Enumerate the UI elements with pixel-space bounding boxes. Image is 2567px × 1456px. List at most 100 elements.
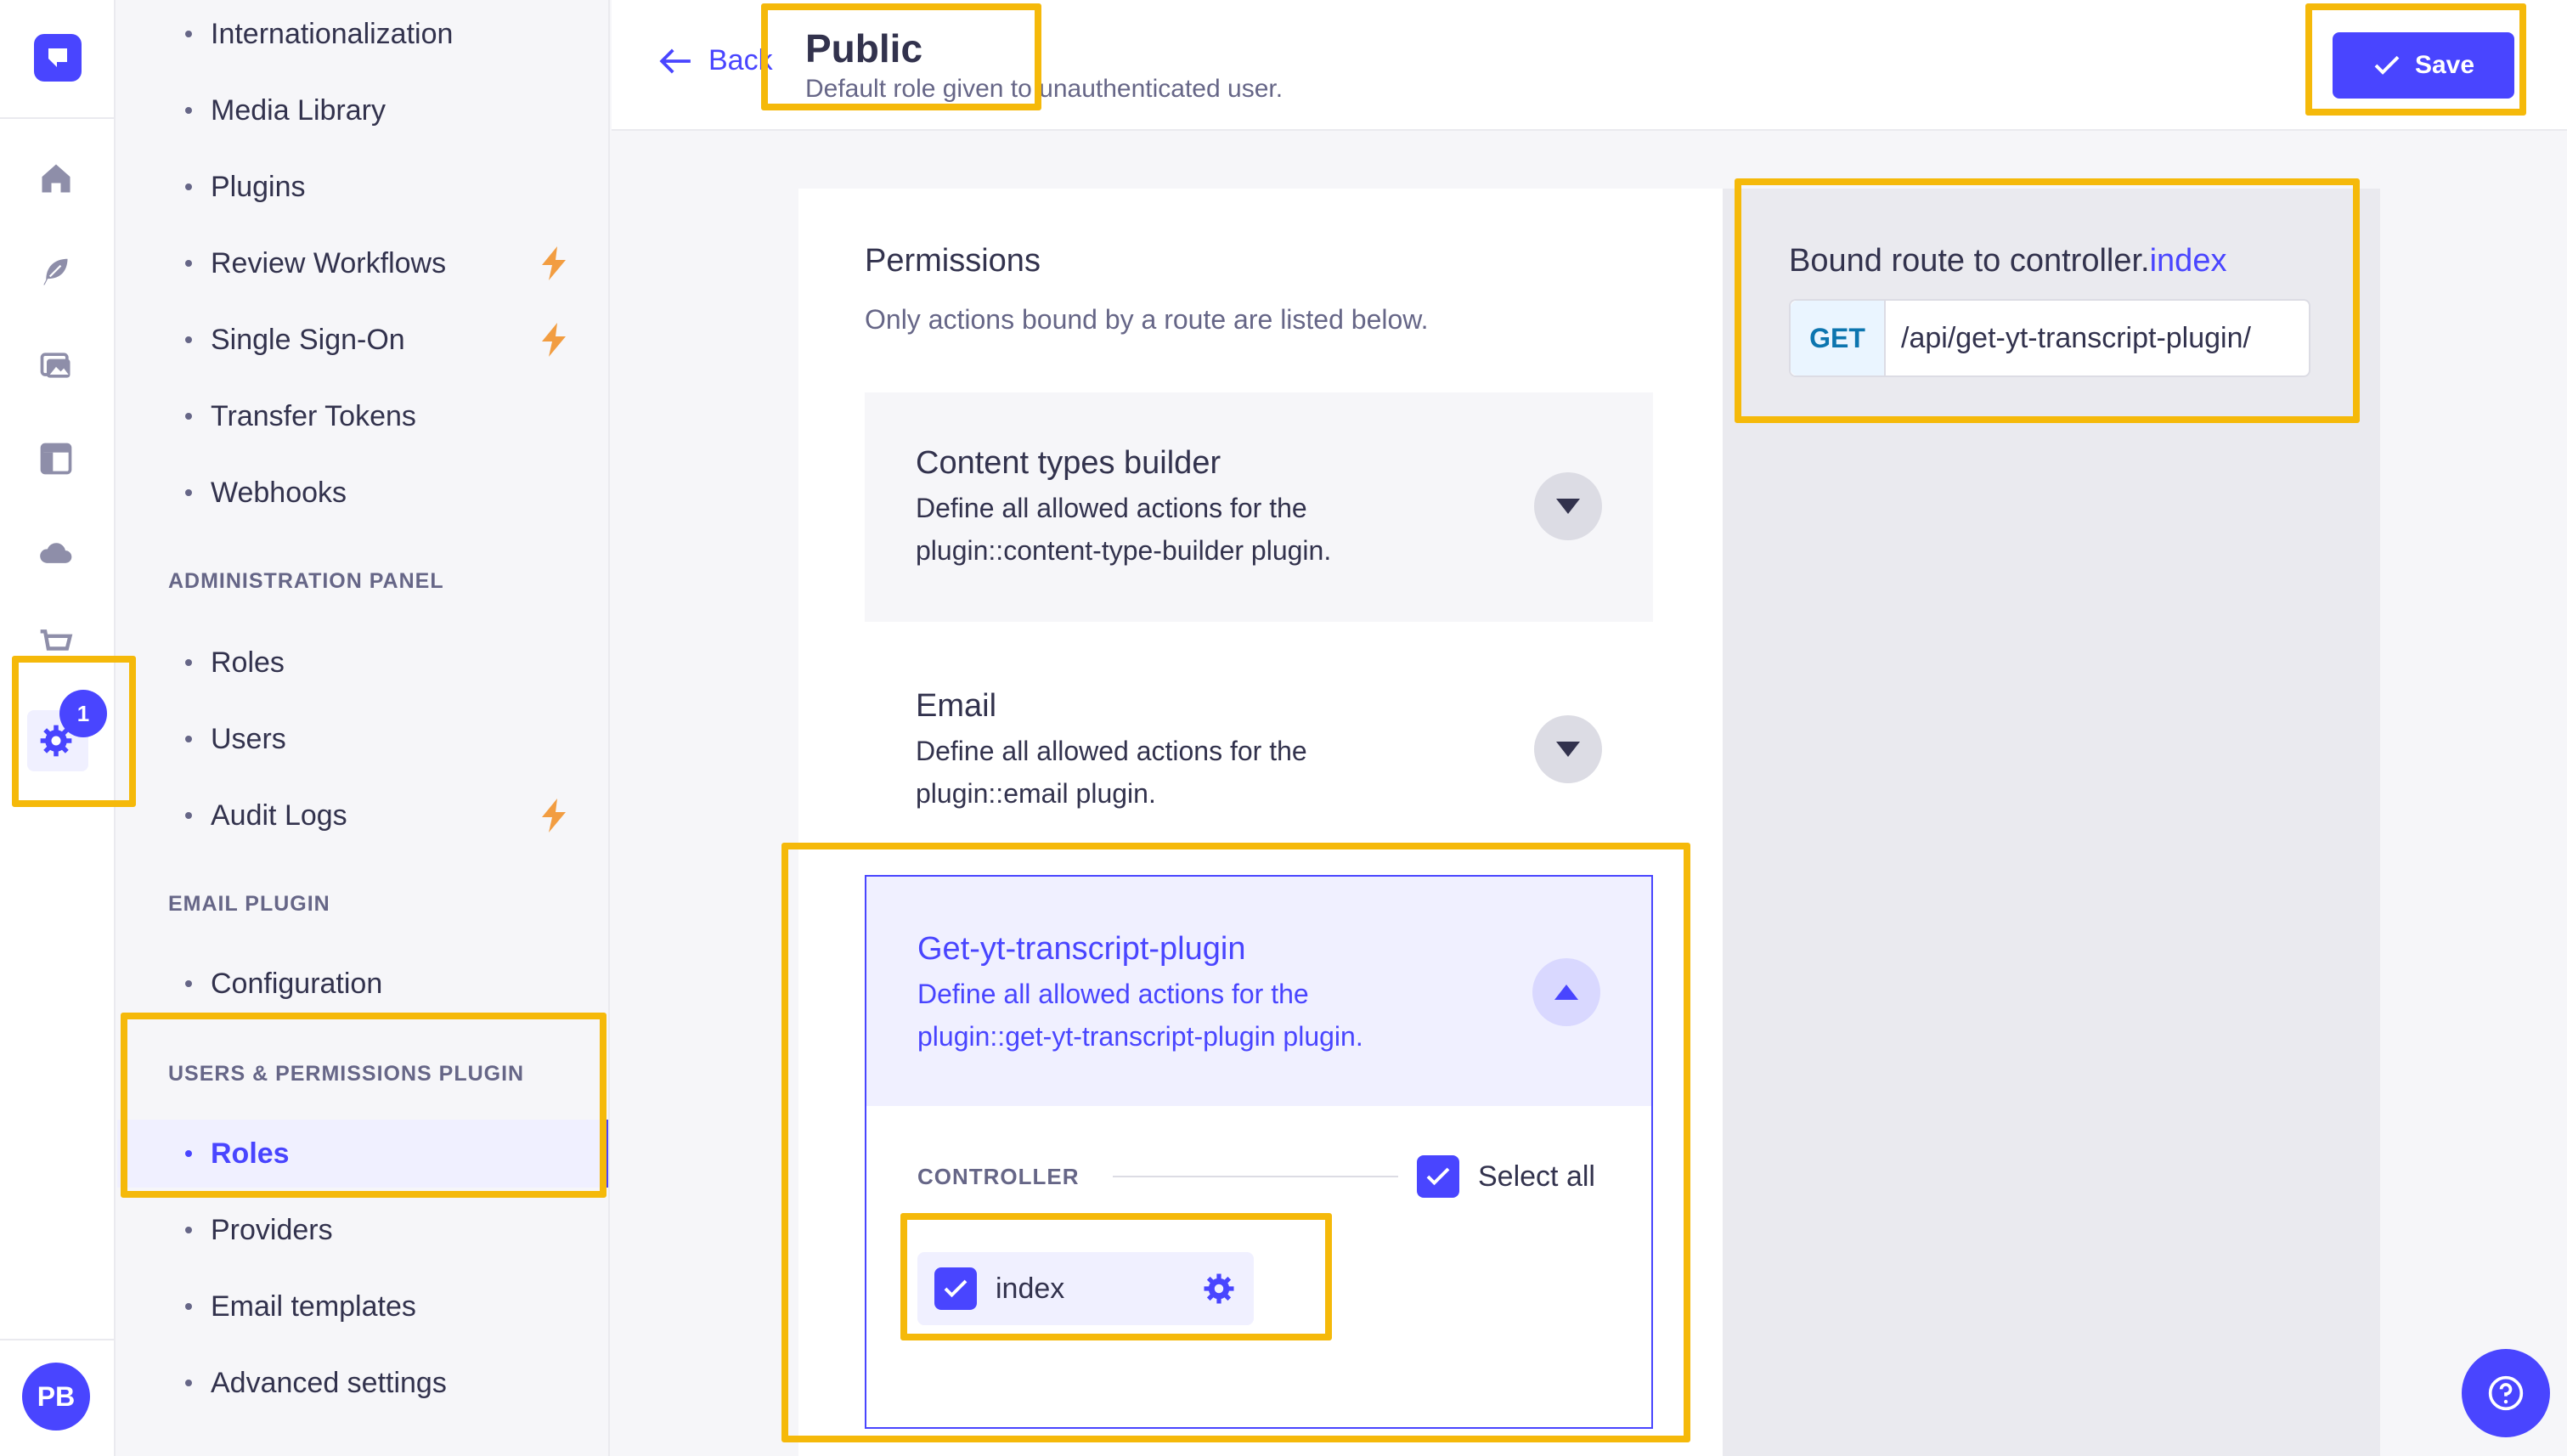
subnav-item-admin-roles[interactable]: Roles <box>117 629 608 697</box>
subnav-item-label: Email templates <box>211 1290 416 1323</box>
permissions-subtitle: Only actions bound by a route are listed… <box>865 304 1429 335</box>
accordion-get-yt-transcript-plugin[interactable]: Get-yt-transcript-plugin Define all allo… <box>865 875 1653 1106</box>
page-header: Back Public Default role given to unauth… <box>612 0 2567 131</box>
accordion-description: Define all allowed actions for the plugi… <box>916 730 1602 815</box>
check-icon <box>2374 55 2400 75</box>
bound-route-prefix: Bound route to controller. <box>1789 243 2150 279</box>
section-heading-users-permissions: USERS & PERMISSIONS PLUGIN <box>168 1062 525 1086</box>
lightning-icon <box>542 246 566 280</box>
subnav-item-label: Internationalization <box>211 17 454 50</box>
permissions-title: Permissions <box>865 243 1041 279</box>
rail-divider <box>0 117 116 119</box>
rail-divider-bottom <box>0 1339 116 1340</box>
subnav-item-internationalization[interactable]: Internationalization <box>117 0 608 68</box>
cog-icon[interactable] <box>1201 1271 1237 1306</box>
bullet-icon <box>185 489 192 496</box>
strapi-logo-icon[interactable] <box>34 34 82 82</box>
accordion-description: Define all allowed actions for the plugi… <box>917 973 1600 1058</box>
bullet-icon <box>185 1150 192 1157</box>
bullet-icon <box>185 980 192 987</box>
arrow-left-icon <box>659 48 691 73</box>
layout-icon[interactable] <box>32 435 80 483</box>
accordion-title: Content types builder <box>916 445 1221 481</box>
accordion-description-line: plugin::email plugin. <box>916 778 1156 809</box>
bullet-icon <box>185 413 192 420</box>
controller-divider <box>1113 1176 1398 1177</box>
save-button[interactable]: Save <box>2333 32 2514 99</box>
subnav-item-webhooks[interactable]: Webhooks <box>117 459 608 527</box>
subnav-item-label: Configuration <box>211 967 383 1000</box>
accordion-description-line: Define all allowed actions for the <box>916 736 1307 766</box>
route-path: /api/get-yt-transcript-plugin/ <box>1901 321 2251 354</box>
accordion-content-types-builder[interactable]: Content types builder Define all allowed… <box>865 392 1653 622</box>
save-button-label: Save <box>2414 51 2475 79</box>
back-link[interactable]: Back <box>659 44 773 77</box>
http-verb-badge: GET <box>1791 301 1886 375</box>
accordion-description-line: Define all allowed actions for the <box>916 493 1307 523</box>
accordion-email[interactable]: Email Define all allowed actions for the… <box>865 635 1653 856</box>
page-subtitle: Default role given to unauthenticated us… <box>805 75 1284 103</box>
subnav-item-label: Single Sign-On <box>211 323 405 356</box>
media-icon[interactable] <box>32 341 80 389</box>
subnav-item-label: Audit Logs <box>211 799 347 832</box>
home-icon[interactable] <box>32 155 80 202</box>
main-nav-rail: 1 PB <box>0 0 116 1456</box>
action-label: index <box>996 1272 1065 1305</box>
accordion-body: CONTROLLER Select all index <box>865 1106 1653 1429</box>
accordion-title: Get-yt-transcript-plugin <box>917 931 1246 967</box>
checkbox-checked-icon <box>1417 1155 1459 1198</box>
subnav-item-review-workflows[interactable]: Review Workflows <box>117 229 608 297</box>
subnav-item-plugins[interactable]: Plugins <box>117 153 608 221</box>
subnav-item-audit-logs[interactable]: Audit Logs <box>117 782 608 849</box>
bullet-icon <box>185 107 192 114</box>
question-icon <box>2488 1375 2524 1411</box>
chevron-up-icon[interactable] <box>1532 958 1600 1026</box>
chevron-down-icon[interactable] <box>1534 472 1602 540</box>
subnav-item-up-roles[interactable]: Roles <box>117 1120 608 1188</box>
accordion-description-line: plugin::get-yt-transcript-plugin plugin. <box>917 1021 1363 1052</box>
subnav-item-single-sign-on[interactable]: Single Sign-On <box>117 306 608 374</box>
select-all-checkbox[interactable]: Select all <box>1417 1155 1595 1198</box>
bound-route-title: Bound route to controller.index <box>1789 243 2226 279</box>
subnav-item-label: Roles <box>211 646 285 679</box>
subnav-item-email-configuration[interactable]: Configuration <box>117 950 608 1018</box>
back-link-label: Back <box>708 44 773 76</box>
subnav-item-media-library[interactable]: Media Library <box>117 76 608 144</box>
bullet-icon <box>185 1380 192 1386</box>
bound-route-panel <box>1723 189 2380 1456</box>
cart-icon[interactable] <box>32 620 80 668</box>
lightning-icon <box>542 799 566 832</box>
section-heading-email-plugin: EMAIL PLUGIN <box>168 892 330 916</box>
page-title: Public <box>805 26 923 71</box>
bullet-icon <box>185 183 192 190</box>
subnav-item-transfer-tokens[interactable]: Transfer Tokens <box>117 382 608 450</box>
user-avatar[interactable]: PB <box>22 1363 90 1431</box>
lightning-icon <box>542 323 566 357</box>
subnav-item-label: Users <box>211 722 286 755</box>
notification-badge: 1 <box>59 690 107 737</box>
bullet-icon <box>185 31 192 37</box>
accordion-description-line: plugin::content-type-builder plugin. <box>916 535 1332 566</box>
subnav-item-admin-users[interactable]: Users <box>117 705 608 773</box>
bound-route-method: index <box>2149 243 2227 279</box>
bullet-icon <box>185 1303 192 1310</box>
accordion-description: Define all allowed actions for the plugi… <box>916 487 1602 572</box>
subnav-item-label: Review Workflows <box>211 246 447 279</box>
subnav-item-label: Plugins <box>211 170 306 203</box>
checkbox-checked-icon <box>934 1267 977 1310</box>
bullet-icon <box>185 812 192 819</box>
subnav-item-email-templates[interactable]: Email templates <box>117 1273 608 1340</box>
subnav-item-providers[interactable]: Providers <box>117 1196 608 1264</box>
chevron-down-icon[interactable] <box>1534 715 1602 783</box>
section-heading-administration: ADMINISTRATION PANEL <box>168 569 444 593</box>
action-checkbox-index[interactable]: index <box>917 1252 1254 1325</box>
bullet-icon <box>185 1227 192 1233</box>
subnav-item-label: Media Library <box>211 93 386 127</box>
subnav-item-advanced-settings[interactable]: Advanced settings <box>117 1349 608 1417</box>
controller-label: CONTROLLER <box>917 1164 1080 1189</box>
help-button[interactable] <box>2462 1349 2550 1437</box>
cloud-icon[interactable] <box>32 528 80 576</box>
bullet-icon <box>185 260 192 267</box>
feather-icon[interactable] <box>32 248 80 296</box>
bullet-icon <box>185 736 192 742</box>
